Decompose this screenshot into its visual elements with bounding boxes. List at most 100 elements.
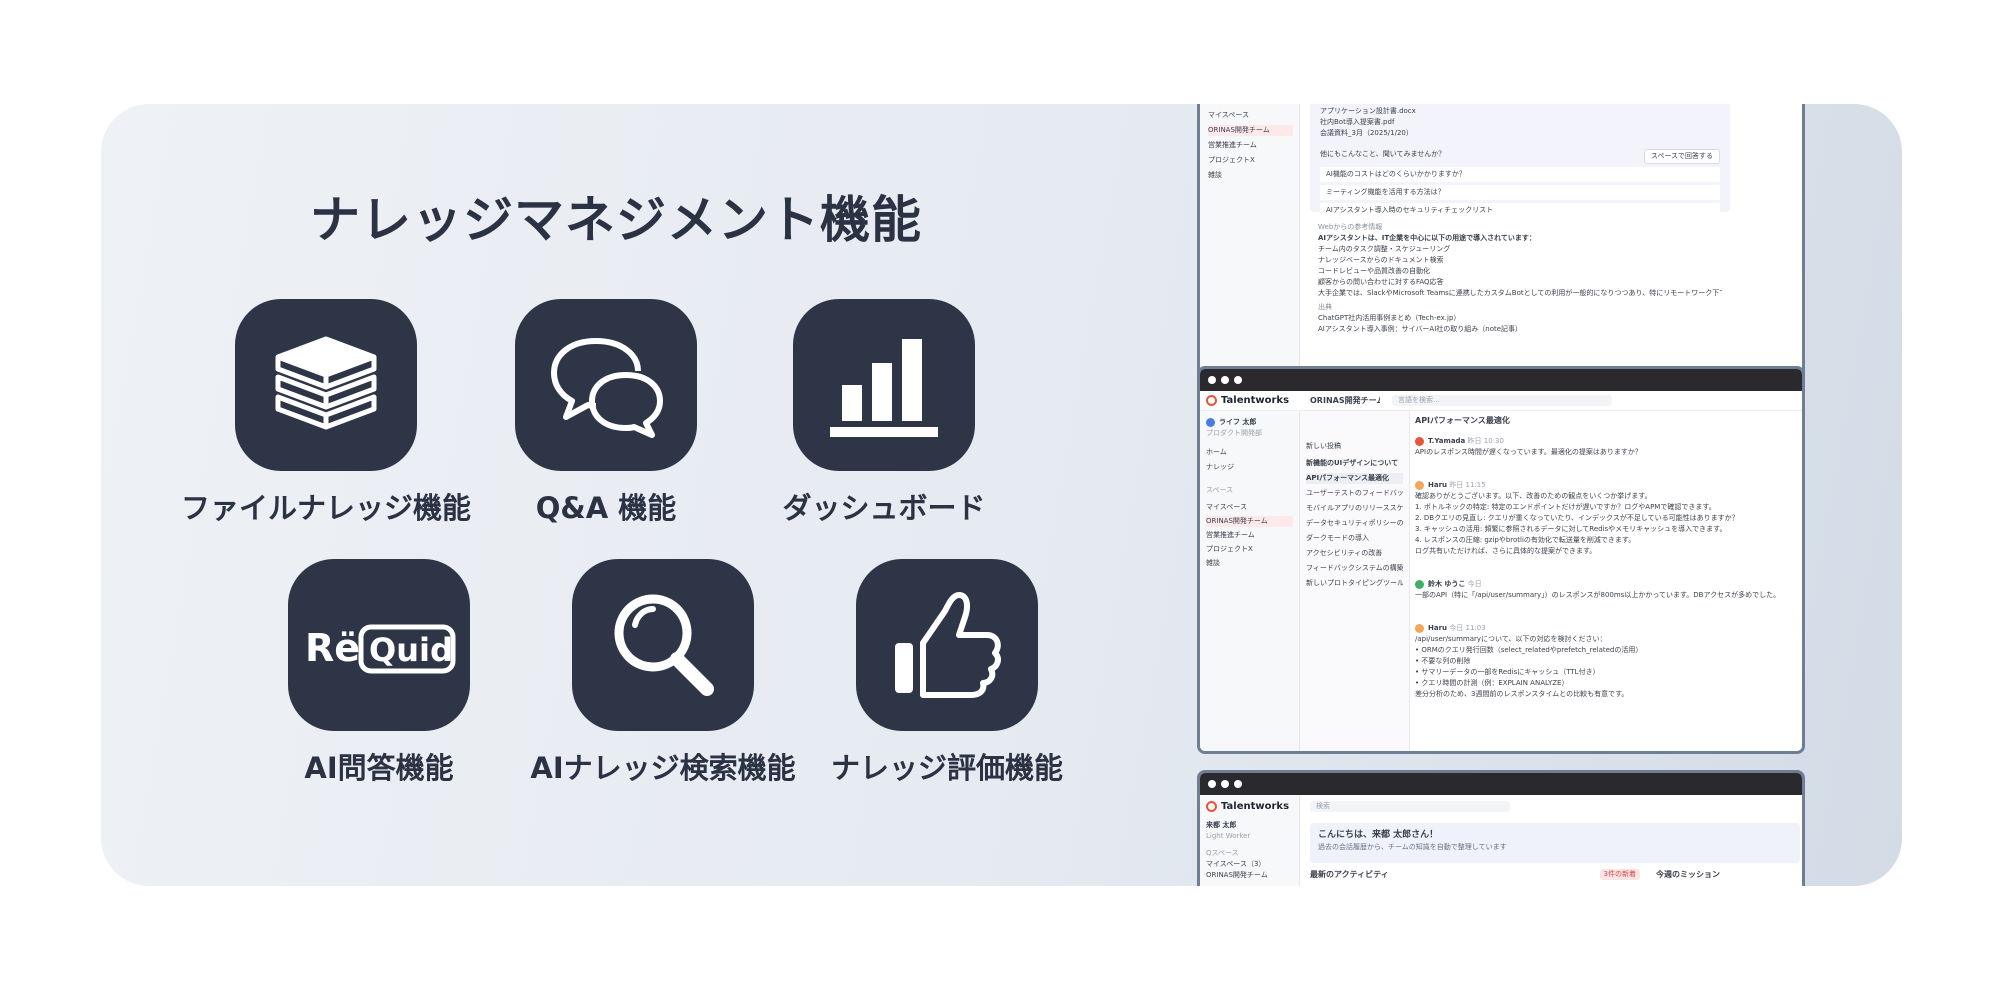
message-line: 2. DBクエリの見直し: クエリが重くなっていたり、インデックスが不足している… — [1415, 514, 1739, 522]
shot3-sidebar: Talentworks 来都 太郎 Light Worker Qスペース マイス… — [1200, 795, 1300, 886]
stacked-layers-icon — [275, 336, 377, 430]
source-link[interactable]: ChatGPT社内活用事例まとめ（Tech-ex.jp） — [1318, 313, 1722, 324]
thread-item[interactable]: ダークモードの導入 — [1306, 533, 1403, 544]
web-answer: Webからの参考情報 AIアシスタントは、IT企業を中心に以下の用途で導入されて… — [1310, 218, 1730, 339]
thread-item[interactable]: 新しいプロトタイピングツールの検討 — [1306, 578, 1403, 589]
answer-in-space-button[interactable]: スペースで回答する — [1643, 149, 1720, 164]
thumbs-up-icon — [895, 592, 1001, 698]
greeting-banner: こんにちは、来都 太郎さん！ 過去の会話履歴から、チームの知識を自動で整理してい… — [1310, 823, 1800, 863]
space-label[interactable]: Qスペース — [1206, 848, 1293, 859]
user-role: Light Worker — [1206, 832, 1251, 840]
reference-file[interactable]: アプリケーション設計書.docx — [1320, 106, 1720, 117]
talentworks-logo-icon — [1206, 395, 1217, 406]
nav-knowledge[interactable]: ナレッジ — [1206, 462, 1293, 473]
space-item[interactable]: 雑談 — [1206, 558, 1293, 569]
suggestion-item[interactable]: AIアシスタント導入時のセキュリティチェックリスト — [1320, 203, 1720, 218]
search-input[interactable]: 検索 — [1310, 801, 1510, 812]
space-item[interactable]: マイスペース（3） — [1206, 859, 1293, 870]
feature-tile — [572, 559, 754, 731]
window-titlebar — [1200, 773, 1802, 795]
chat-message: Haru 今日 11:03 /api/user/summaryについて、以下の対… — [1415, 623, 1800, 700]
chat-message: Haru 昨日 11:15 確認ありがとうございます。以下、改善のための観点をい… — [1415, 480, 1800, 557]
answer-item: 顧客からの問い合わせに対するFAQ応答 — [1318, 278, 1444, 286]
space-item[interactable]: プロジェクトX — [1206, 544, 1293, 555]
sidebar-item[interactable]: 営業推進チーム — [1208, 140, 1293, 151]
chat-pane: APIパフォーマンス最適化 T.Yamada 昨日 10:30 APIのレスポン… — [1415, 415, 1800, 751]
message-time: 今日 11:03 — [1449, 624, 1486, 632]
chat-message: T.Yamada 昨日 10:30 APIのレスポンス時間が遅くなっています。最… — [1415, 436, 1800, 458]
svg-text:Rë: Rë — [305, 626, 360, 670]
chat-message: 鈴木 ゆうこ 今日 一部のAPI（特に「/api/user/summary」）の… — [1415, 579, 1800, 601]
message-line: APIのレスポンス時間が遅くなっています。最適化の提案はありますか？ — [1415, 448, 1642, 456]
message-line: 一部のAPI（特に「/api/user/summary」）のレスポンスが800m… — [1415, 591, 1781, 599]
message-time: 今日 — [1467, 580, 1482, 588]
message-time: 昨日 11:15 — [1449, 481, 1486, 489]
thread-item[interactable]: モバイルアプリのリリーススケジュール — [1306, 503, 1403, 514]
reference-file[interactable]: 会議資料_3月（2025/1/20） — [1320, 128, 1720, 139]
new-post-button[interactable]: 新しい投稿 — [1306, 441, 1403, 452]
sidebar-item[interactable]: プロジェクトX — [1208, 155, 1293, 166]
brand-logo: Talentworks — [1200, 395, 1300, 406]
message-author: 鈴木 ゆうこ — [1428, 580, 1466, 588]
feature-card: ナレッジマネジメント機能 ファイルナレッジ機能 Q&A 機能 ダッシュボード R… — [101, 104, 1902, 886]
brand-name: Talentworks — [1221, 801, 1290, 812]
feature-knowledge-rating: ナレッジ評価機能 — [777, 559, 1117, 787]
suggestion-item[interactable]: ミーティング機能を活用する方法は？ — [1320, 185, 1720, 200]
thread-item[interactable]: データセキュリティポリシーの更新 — [1306, 518, 1403, 529]
message-line: • クエリ時間の計測（例：EXPLAIN ANALYZE） — [1415, 679, 1569, 687]
reference-file[interactable]: 社内Bot導入提案書.pdf — [1320, 117, 1720, 128]
sidebar-item[interactable]: マイスペース — [1208, 110, 1293, 121]
greeting-subtitle: 過去の会話履歴から、チームの知識を自動で整理しています — [1318, 843, 1507, 851]
thread-item[interactable]: フィードバックシステムの構築 — [1306, 563, 1403, 574]
brand-name: Talentworks — [1221, 395, 1290, 406]
space-item[interactable]: ORINAS開発チーム — [1206, 516, 1293, 527]
svg-text:Quid: Quid — [369, 631, 453, 669]
sidebar-item[interactable]: 雑談 — [1208, 170, 1293, 181]
message-line: /api/user/summaryについて、以下の対応を検討ください： — [1415, 635, 1607, 643]
space-item[interactable]: 営業推進チーム — [1206, 530, 1293, 541]
talentworks-logo-icon — [1206, 801, 1217, 812]
user-name: 来都 太郎 — [1206, 821, 1237, 829]
message-time: 昨日 10:30 — [1467, 437, 1504, 445]
answer-item: コードレビューや品質改善の自動化 — [1318, 267, 1430, 275]
answer-item: チーム内のタスク調整・スケジューリング — [1318, 245, 1451, 253]
feature-tile — [515, 299, 697, 471]
nav-home[interactable]: ホーム — [1206, 447, 1293, 458]
thread-item[interactable]: ユーザーテストのフィードバック — [1306, 488, 1403, 499]
search-input[interactable]: 言語を検索... — [1392, 395, 1612, 406]
screenshot-dashboard: Talentworks 来都 太郎 Light Worker Qスペース マイス… — [1197, 770, 1805, 886]
thread-item[interactable]: アクセシビリティの改善 — [1306, 548, 1403, 559]
suggestion-item[interactable]: AI機能のコストはどのくらいかかりますか？ — [1320, 167, 1720, 182]
team-title: ORINAS開発チーム — [1310, 396, 1380, 405]
suggestion-heading: 他にもこんなこと、聞いてみませんか？ — [1320, 150, 1446, 158]
answer-item: ナレッジベースからのドキュメント検索 — [1318, 256, 1444, 264]
space-item[interactable]: マイスペース — [1206, 502, 1293, 513]
message-line: 差分分析のため、3週間前のレスポンスタイムとの比較も有意です。 — [1415, 690, 1629, 698]
answer-title: AIアシスタントは、IT企業を中心に以下の用途で導入されています： — [1318, 234, 1536, 242]
space-item[interactable]: ORINAS開発チーム — [1206, 870, 1293, 881]
message-author: Haru — [1428, 481, 1448, 489]
page-title: ナレッジマネジメント機能 — [310, 191, 922, 249]
magnifier-icon — [614, 594, 714, 696]
message-line: • ORMのクエリ発行回数（select_relatedやprefetch_re… — [1415, 646, 1643, 654]
sidebar-item[interactable]: ORINAS開発チーム — [1208, 125, 1293, 136]
feature-label: ダッシュボード — [782, 491, 986, 525]
chat-bubbles-icon — [551, 338, 663, 438]
feature-tile — [856, 559, 1038, 731]
message-author: Haru — [1428, 624, 1448, 632]
screenshot-team-chat: Talentworks ORINAS開発チーム 言語を検索... ライフ 太郎 … — [1197, 366, 1805, 754]
activity-badge: 3件の新着 — [1599, 869, 1640, 880]
source-link[interactable]: AIアシスタント導入事例：サイバーAI社の取り組み（note記事） — [1318, 324, 1722, 335]
space-search[interactable]: スペース — [1206, 485, 1293, 496]
feature-dashboard: ダッシュボード — [714, 299, 1054, 527]
message-line: 3. キャッシュの活用: 頻繁に参照されるデータに対してRedisやメモリキャッ… — [1415, 525, 1727, 533]
thread-item[interactable]: 新機能のUIデザインについて — [1306, 458, 1403, 469]
requid-logo-icon: Rë Quid — [305, 624, 456, 674]
answer-source-label: Webからの参考情報 — [1318, 223, 1383, 231]
message-line: 1. ボトルネックの特定: 特定のエンドポイントだけが遅いですか？ログやAPMで… — [1415, 503, 1716, 511]
feature-label: ナレッジ評価機能 — [830, 751, 1063, 785]
brand-logo: Talentworks — [1206, 801, 1293, 812]
thread-item[interactable]: APIパフォーマンス最適化 — [1306, 473, 1403, 484]
feature-tile: Rë Quid — [288, 559, 470, 731]
shot2-sidebar: ライフ 太郎 プロダクト開発部 ホーム ナレッジ スペース マイスペース ORI… — [1200, 411, 1300, 751]
